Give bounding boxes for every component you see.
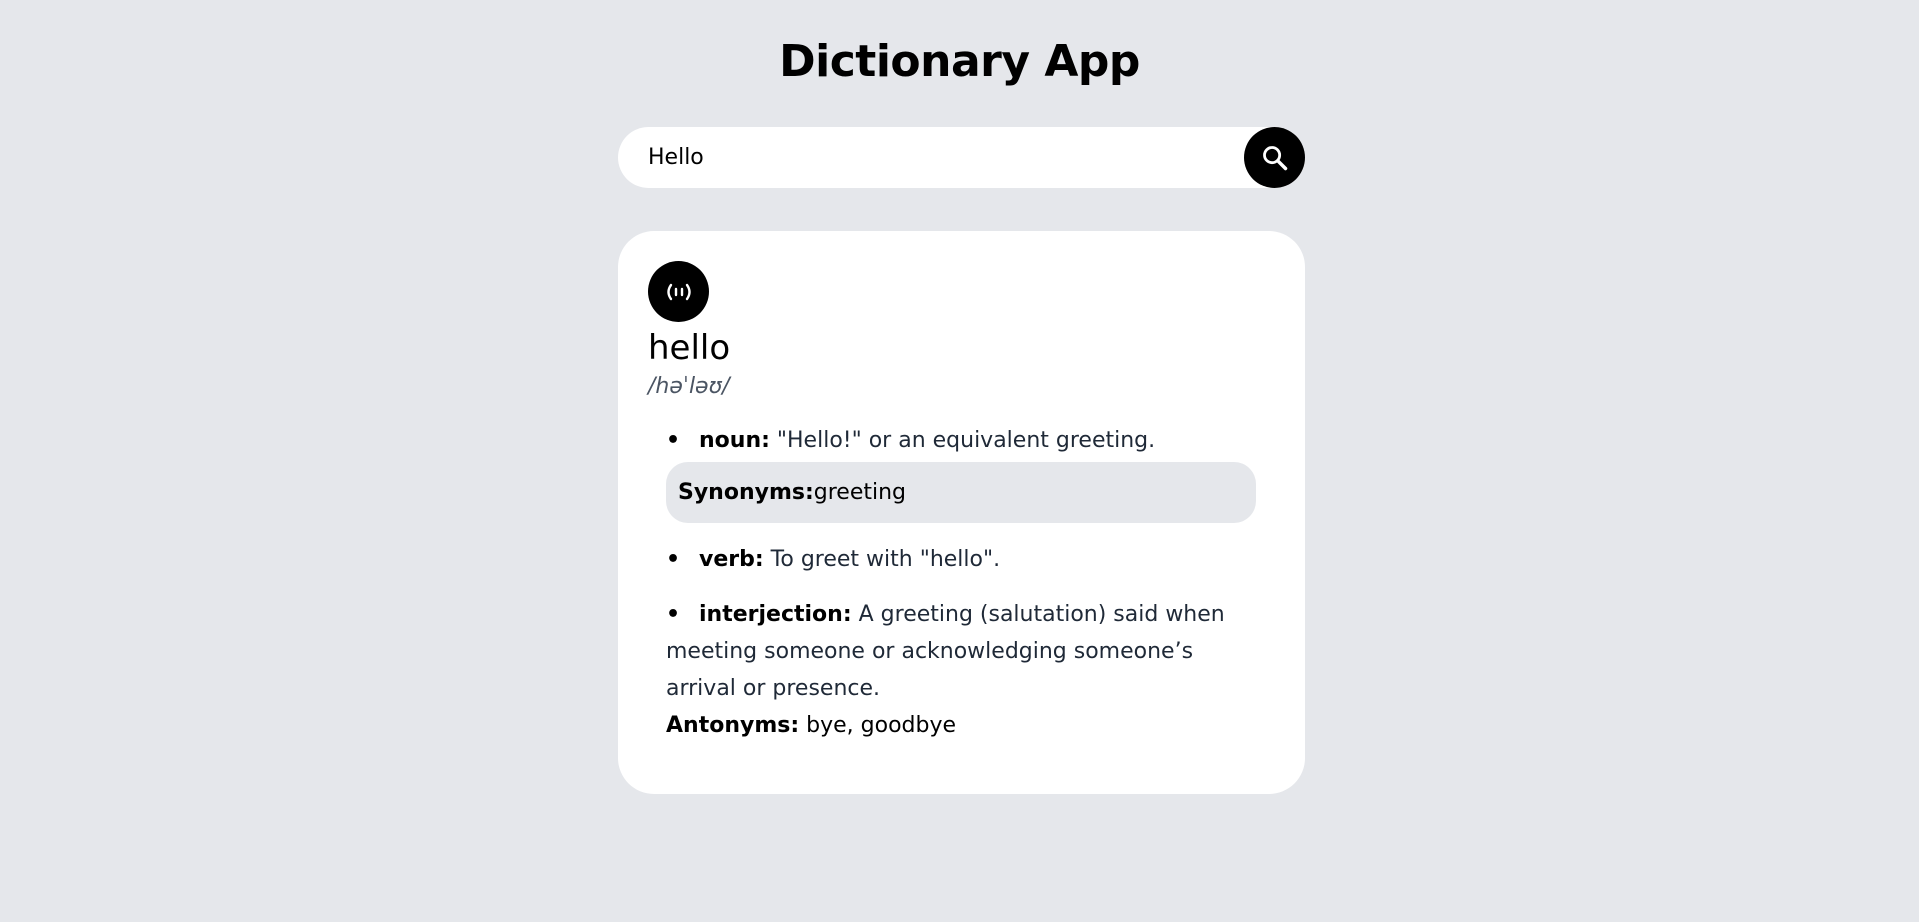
definition-text: To greet with "hello". bbox=[763, 547, 1001, 572]
part-of-speech: verb: bbox=[699, 547, 764, 572]
app-title: Dictionary App bbox=[779, 36, 1140, 87]
audio-waves-icon bbox=[666, 283, 691, 300]
meaning-line: • interjection: A greeting (salutation) s… bbox=[666, 596, 1256, 707]
bullet: • bbox=[666, 547, 681, 572]
antonyms-label: Antonyms: bbox=[666, 713, 800, 738]
synonyms-box: Synonyms: greeting bbox=[666, 462, 1256, 523]
definition-text: "Hello!" or an equivalent greeting. bbox=[769, 428, 1156, 453]
meaning-item-verb: • verb: To greet with "hello". bbox=[666, 541, 1256, 578]
meanings-list: • noun: "Hello!" or an equivalent greetin… bbox=[648, 422, 1256, 744]
play-pronunciation-button[interactable] bbox=[648, 261, 709, 322]
phonetic-text: /həˈləʊ/ bbox=[648, 374, 730, 399]
search-input[interactable] bbox=[618, 127, 1244, 188]
meaning-line: • noun: "Hello!" or an equivalent greetin… bbox=[666, 422, 1256, 459]
meaning-line: • verb: To greet with "hello". bbox=[666, 541, 1256, 578]
meaning-item-interjection: • interjection: A greeting (salutation) s… bbox=[666, 596, 1256, 744]
search-bar bbox=[618, 127, 1305, 188]
part-of-speech: noun: bbox=[699, 428, 770, 453]
bullet: • bbox=[666, 602, 681, 627]
synonyms-value: greeting bbox=[813, 480, 907, 505]
search-icon bbox=[1262, 145, 1287, 170]
definition-card: hello /həˈləʊ/ • noun: "Hello!" or an equ… bbox=[618, 231, 1305, 794]
part-of-speech: interjection: bbox=[699, 602, 852, 627]
bullet: • bbox=[666, 428, 681, 453]
antonyms-value: bye, goodbye bbox=[799, 713, 957, 738]
search-button[interactable] bbox=[1244, 127, 1305, 188]
word-heading: hello bbox=[648, 328, 731, 368]
meaning-item-noun: • noun: "Hello!" or an equivalent greetin… bbox=[666, 422, 1256, 523]
synonyms-label: Synonyms: bbox=[678, 480, 814, 505]
antonyms-line: Antonyms: bye, goodbye bbox=[666, 707, 1256, 744]
